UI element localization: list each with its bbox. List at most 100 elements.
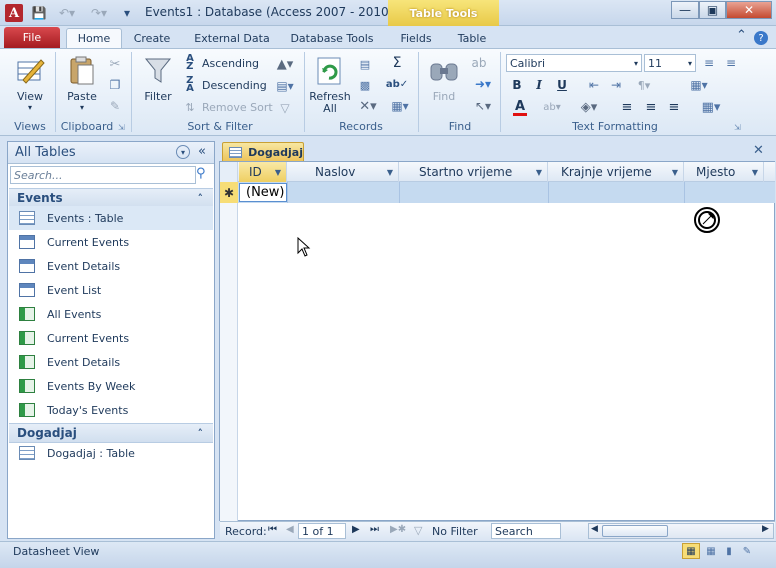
increase-indent-icon[interactable]: ⇥	[606, 76, 626, 94]
column-header-startno-vrijeme[interactable]: Startno vrijeme ▼	[399, 162, 548, 182]
sort-descending-icon[interactable]: ZA	[182, 76, 198, 94]
align-left-icon[interactable]: ≡	[618, 98, 636, 116]
help-icon[interactable]: ?	[754, 31, 768, 45]
copy-icon[interactable]: ❐	[106, 77, 124, 93]
totals-icon[interactable]: Σ	[388, 55, 406, 71]
tab-create[interactable]: Create	[128, 28, 176, 48]
new-record-icon[interactable]: ▤	[356, 56, 374, 72]
paste-dropdown-arrow[interactable]: ▾	[72, 103, 92, 112]
column-dropdown-icon[interactable]: ▼	[752, 168, 758, 177]
tab-table[interactable]: Table	[450, 28, 494, 48]
font-size-dropdown[interactable]: 11 ▾	[644, 54, 696, 72]
document-tab-dogadjaj[interactable]: Dogadjaj	[222, 142, 304, 161]
tab-external-data[interactable]: External Data	[190, 28, 274, 48]
sort-ascending-icon[interactable]: AZ	[182, 54, 198, 72]
alternate-row-color-icon[interactable]: ▦▾	[696, 98, 726, 116]
column-dropdown-icon[interactable]: ▼	[387, 168, 393, 177]
column-header-naslov[interactable]: Naslov ▼	[287, 162, 399, 182]
align-right-icon[interactable]: ≡	[665, 98, 683, 116]
scroll-right-icon[interactable]: ▶	[762, 524, 769, 534]
refresh-all-sublabel[interactable]: All	[312, 102, 348, 115]
align-center-icon[interactable]: ≡	[642, 98, 660, 116]
access-app-icon[interactable]: A	[5, 4, 23, 22]
nav-menu-dropdown-icon[interactable]: ▾	[176, 145, 190, 159]
remove-sort-button[interactable]: Remove Sort	[202, 101, 273, 114]
datasheet[interactable]	[219, 161, 775, 521]
text-formatting-launcher-icon[interactable]: ⇲	[734, 123, 741, 132]
new-blank-record-icon[interactable]: ▶✱	[390, 524, 406, 535]
remove-sort-icon[interactable]: ⇅	[182, 98, 198, 116]
refresh-all-icon[interactable]	[314, 54, 346, 90]
pivotchart-view-icon[interactable]: ▮	[721, 544, 737, 558]
delete-record-icon[interactable]: ✕▾	[354, 98, 382, 114]
filter-status-button[interactable]: No Filter	[432, 525, 478, 538]
replace-icon[interactable]: ab	[470, 55, 488, 71]
select-icon[interactable]: ↖▾	[470, 98, 496, 114]
underline-button[interactable]: U	[552, 76, 572, 94]
nav-item-todays-events-report[interactable]: Today's Events	[9, 398, 213, 422]
shutter-bar-close-icon[interactable]: «	[198, 144, 206, 159]
first-record-icon[interactable]: ⏮	[268, 524, 277, 535]
nav-group-events[interactable]: Events ˄	[9, 188, 213, 208]
background-color-icon[interactable]: ◈▾	[574, 98, 604, 116]
spelling-icon[interactable]: ab✓	[386, 76, 408, 92]
nav-item-event-details-form[interactable]: Event Details	[9, 254, 213, 278]
select-all-corner[interactable]	[220, 162, 238, 182]
more-records-icon[interactable]: ▦▾	[386, 98, 414, 114]
filter-button-label[interactable]: Filter	[140, 90, 176, 103]
column-dropdown-icon[interactable]: ▼	[275, 168, 281, 177]
save-record-icon[interactable]: ▩	[356, 77, 374, 93]
numbering-icon[interactable]: ≡	[722, 55, 740, 71]
font-color-icon[interactable]: A	[506, 98, 534, 118]
cut-icon[interactable]: ✂	[106, 56, 124, 72]
font-name-dropdown[interactable]: Calibri ▾	[506, 54, 642, 72]
nav-group-dogadjaj[interactable]: Dogadjaj ˄	[9, 423, 213, 443]
design-view-icon[interactable]: ✎	[739, 544, 755, 558]
nav-item-event-details-report[interactable]: Event Details	[9, 350, 213, 374]
paste-icon[interactable]	[66, 54, 98, 88]
scrollbar-thumb[interactable]	[602, 525, 668, 537]
sort-ascending-button[interactable]: Ascending	[202, 57, 259, 70]
nav-item-events-by-week-report[interactable]: Events By Week	[9, 374, 213, 398]
column-header-krajnje-vrijeme[interactable]: Krajnje vrijeme ▼	[548, 162, 684, 182]
find-icon[interactable]	[428, 56, 460, 86]
advanced-filter-icon[interactable]: ▤▾	[274, 77, 296, 95]
view-button-label[interactable]: View	[14, 90, 46, 103]
minimize-ribbon-icon[interactable]: ⌃	[736, 28, 747, 43]
view-icon[interactable]	[14, 54, 46, 88]
previous-record-icon[interactable]: ◀	[286, 524, 294, 535]
new-record-selector-icon[interactable]: ✱	[220, 182, 238, 203]
tab-home[interactable]: Home	[66, 28, 122, 48]
nav-item-event-list-form[interactable]: Event List	[9, 278, 213, 302]
undo-icon[interactable]: ↶▾	[52, 4, 82, 22]
maximize-button[interactable]: ▣	[699, 1, 726, 19]
bullets-icon[interactable]: ≡	[700, 55, 718, 71]
clipboard-launcher-icon[interactable]: ⇲	[118, 123, 125, 132]
paragraph-direction-icon[interactable]: ¶▾	[630, 76, 658, 94]
current-record-input[interactable]: 1 of 1	[298, 523, 346, 539]
id-new-cell[interactable]: (New)	[239, 183, 287, 202]
new-record-row[interactable]	[220, 182, 775, 203]
column-dropdown-icon[interactable]: ▼	[672, 168, 678, 177]
customize-quick-access-icon[interactable]: ▾	[118, 4, 136, 22]
gridlines-icon[interactable]: ▦▾	[684, 76, 714, 94]
navigation-pane-title[interactable]: All Tables	[15, 145, 76, 160]
search-icon[interactable]: ⚲	[196, 166, 206, 181]
sort-descending-button[interactable]: Descending	[202, 79, 267, 92]
navigation-search-input[interactable]: Search...	[10, 166, 196, 184]
tab-database-tools[interactable]: Database Tools	[286, 28, 378, 48]
close-document-icon[interactable]: ✕	[753, 143, 764, 158]
nav-item-dogadjaj-table[interactable]: Dogadjaj : Table	[9, 441, 213, 465]
minimize-button[interactable]: —	[671, 1, 699, 19]
record-search-input[interactable]: Search	[491, 523, 561, 539]
column-dropdown-icon[interactable]: ▼	[536, 168, 542, 177]
nav-item-current-events-report[interactable]: Current Events	[9, 326, 213, 350]
bold-button[interactable]: B	[507, 76, 527, 94]
save-icon[interactable]: 💾	[30, 4, 48, 22]
format-painter-icon[interactable]: ✎	[106, 98, 124, 114]
column-header-mjesto[interactable]: Mjesto ▼	[684, 162, 764, 182]
go-to-icon[interactable]: ➜▾	[470, 76, 496, 92]
text-highlight-icon[interactable]: ab▾	[540, 98, 564, 116]
tab-file[interactable]: File	[4, 27, 60, 48]
close-window-button[interactable]: ✕	[726, 1, 772, 19]
